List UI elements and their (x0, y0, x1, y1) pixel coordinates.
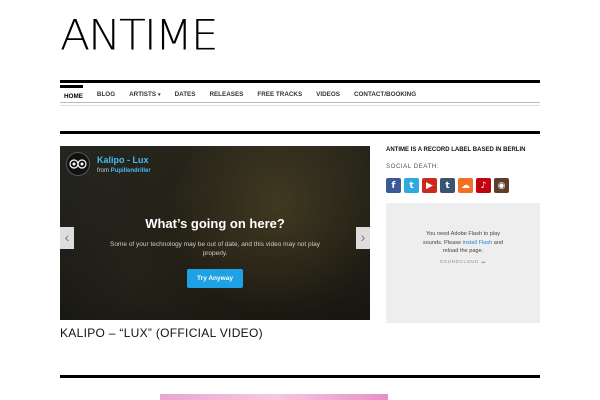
owl-avatar-icon[interactable] (66, 152, 90, 176)
post-title[interactable]: KALIPO – “LUX” (OFFICIAL VIDEO) (60, 326, 263, 340)
video-title[interactable]: Kalipo - Lux (97, 155, 151, 165)
nav-item-contact-booking[interactable]: CONTACT/BOOKING (350, 91, 416, 98)
video-header: Kalipo - Lux from Pupillendriller (66, 152, 151, 176)
nav-item-dates[interactable]: DATES (171, 91, 196, 98)
social-heading: SOCIAL DEATH: (386, 163, 439, 170)
install-flash-link[interactable]: install Flash (463, 240, 493, 246)
prev-slide-arrow-icon[interactable]: ‹ (60, 227, 74, 249)
nav-divider (60, 102, 540, 103)
video-error-message: What’s going on here? Some of your techn… (60, 216, 370, 288)
youtube-icon[interactable]: ▶ (422, 178, 437, 193)
tumblr-icon[interactable]: t (440, 178, 455, 193)
content-bottom-rule (60, 375, 540, 378)
sidebar-title: ANTIME IS A RECORD LABEL BASED IN BERLIN (386, 147, 526, 153)
nav-item-blog[interactable]: BLOG (93, 91, 115, 98)
next-post-image[interactable] (160, 394, 388, 400)
nav-item-releases[interactable]: RELEASES (205, 91, 243, 98)
chevron-down-icon: ▾ (158, 91, 161, 98)
error-body: Some of your technology may be out of da… (110, 241, 320, 258)
next-slide-arrow-icon[interactable]: › (356, 227, 370, 249)
nav-item-free-tracks[interactable]: FREE TRACKS (253, 91, 302, 98)
social-icons: f t ▶ t ☁ ♪ ◉ (386, 178, 512, 193)
twitter-icon[interactable]: t (404, 178, 419, 193)
nav-item-artists[interactable]: ARTISTS ▾ (125, 91, 160, 98)
soundcloud-icon[interactable]: ☁ (458, 178, 473, 193)
try-anyway-button[interactable]: Try Anyway (187, 268, 243, 288)
video-player[interactable]: Kalipo - Lux from Pupillendriller What’s… (60, 146, 370, 320)
lastfm-icon[interactable]: ♪ (476, 178, 491, 193)
content-top-rule (60, 131, 540, 134)
soundcloud-logo[interactable]: SOUNDCLOUD ☁ (386, 259, 540, 265)
site-logo[interactable]: ANTIME (60, 15, 219, 57)
flash-notice: You need Adobe Flash to play sounds. Ple… (422, 231, 504, 255)
instagram-icon[interactable]: ◉ (494, 178, 509, 193)
error-heading: What’s going on here? (145, 216, 285, 231)
facebook-icon[interactable]: f (386, 178, 401, 193)
soundcloud-widget: You need Adobe Flash to play sounds. Ple… (386, 203, 540, 323)
video-author-link[interactable]: Pupillendriller (111, 168, 151, 174)
nav-item-videos[interactable]: VIDEOS (312, 91, 340, 98)
video-byline: from Pupillendriller (97, 167, 151, 174)
nav-item-home[interactable]: HOME (60, 85, 83, 100)
